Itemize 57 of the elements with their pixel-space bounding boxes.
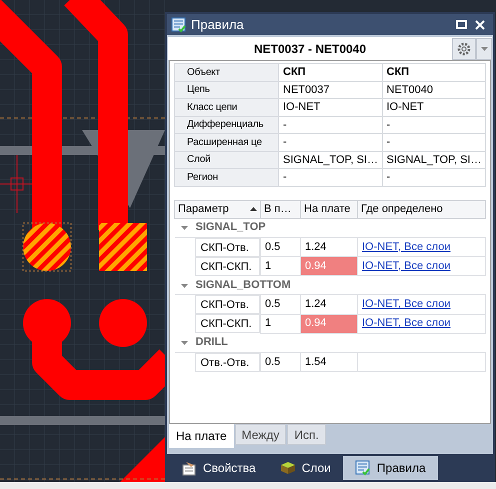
property-value: IO-NET [382, 98, 486, 116]
bottom-tab[interactable]: Правила [342, 456, 438, 480]
required-cell: 0.5 [260, 352, 300, 372]
bottom-tab[interactable]: Свойства [169, 456, 268, 480]
violation-cell: 0.94 [300, 256, 358, 276]
maximize-icon[interactable] [456, 20, 467, 29]
parameter-cell: Отв.-Отв. [194, 352, 260, 372]
group-title: DRILL [196, 335, 228, 350]
parameter-cell: СКП-Отв. [194, 295, 260, 314]
rules-list-icon [354, 460, 371, 476]
cube-icon [280, 460, 296, 476]
property-label: Расширенная це [174, 134, 278, 151]
required-cell: 0.5 [260, 294, 300, 314]
group-title: SIGNAL_BOTTOM [196, 278, 291, 293]
property-value: IO-NET [278, 98, 382, 116]
property-value: - [278, 116, 382, 134]
parameter-cell: СКП-Отв. [194, 238, 260, 256]
tab[interactable]: Исп. [287, 424, 326, 445]
property-label: Дифференциаль [174, 116, 278, 134]
property-label: Регион [174, 168, 278, 186]
group-title: SIGNAL_TOP [196, 220, 266, 236]
property-value: NET0037 [278, 81, 382, 98]
property-value: СКП [382, 64, 486, 81]
violation-cell: 0.94 [300, 314, 358, 333]
tab[interactable]: На плате [169, 424, 234, 448]
property-value: NET0040 [382, 81, 486, 98]
tab[interactable]: Между [234, 424, 286, 445]
rules-list-icon [171, 16, 187, 32]
parameter-cell: СКП-СКП. [194, 256, 260, 276]
caret-icon [480, 46, 488, 50]
close-icon[interactable] [475, 20, 485, 30]
settings-icon [456, 40, 472, 56]
collapse-caret-icon[interactable] [180, 339, 188, 346]
property-value: SIGNAL_TOP, SI… [382, 151, 486, 168]
actual-cell: 1.54 [300, 352, 358, 372]
properties-icon [181, 460, 197, 476]
property-value: SIGNAL_TOP, SI… [278, 151, 382, 168]
property-value: - [382, 168, 486, 186]
window-title: Правила [191, 16, 245, 34]
property-value: - [278, 134, 382, 151]
dropdown-button[interactable] [476, 38, 492, 60]
actual-cell: 1.24 [300, 294, 358, 314]
parameter-cell: СКП-СКП. [194, 314, 260, 333]
settings-button[interactable] [452, 38, 476, 60]
required-cell: 0.5 [260, 237, 300, 256]
property-label: Класс цепи [174, 98, 278, 116]
property-value: - [278, 168, 382, 186]
property-value: СКП [278, 64, 382, 81]
bottom-tab[interactable]: Слои [268, 456, 343, 480]
property-label: Цепь [174, 81, 278, 98]
property-value: - [382, 134, 486, 151]
property-label: Слой [174, 151, 278, 168]
collapse-caret-icon[interactable] [180, 282, 188, 288]
collapse-caret-icon[interactable] [180, 224, 188, 231]
header-title: NET0037 - NET0040 [252, 40, 368, 58]
property-label: Объект [174, 64, 278, 81]
property-value: - [382, 116, 486, 134]
